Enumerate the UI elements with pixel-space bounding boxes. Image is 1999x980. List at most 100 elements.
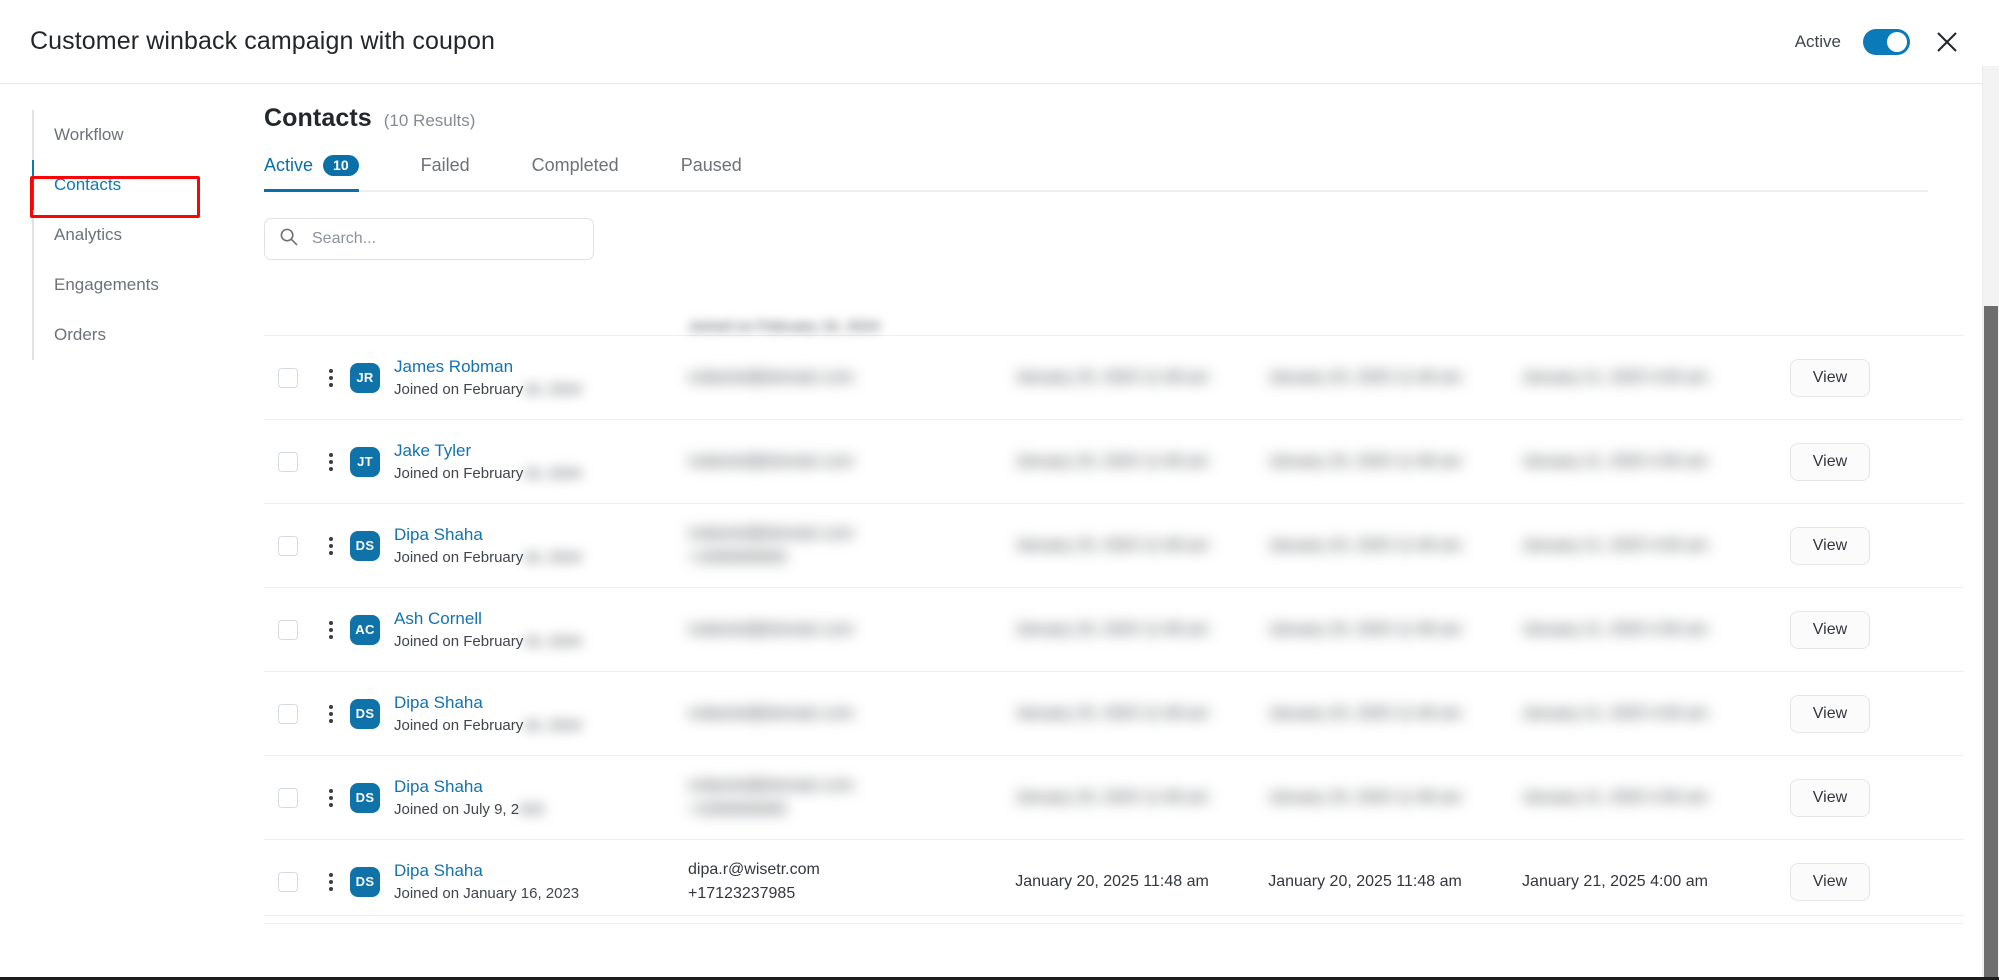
sidebar-item-analytics[interactable]: Analytics: [34, 210, 212, 260]
sidebar-item-workflow[interactable]: Workflow: [34, 110, 212, 160]
view-button[interactable]: View: [1789, 610, 1871, 649]
enrolled-date: January 20, 2025 11:48 am: [1015, 872, 1209, 890]
row-more-menu-button[interactable]: [312, 872, 350, 891]
row-checkbox[interactable]: [278, 619, 298, 640]
sidebar-item-label: Workflow: [54, 125, 124, 144]
tab-completed[interactable]: Completed: [532, 155, 651, 190]
row-checkbox[interactable]: [278, 451, 298, 472]
contact-name-link[interactable]: Dipa Shaha: [394, 861, 579, 881]
view-cell: View: [1740, 694, 1920, 733]
contact-name-link[interactable]: Jake Tyler: [394, 441, 582, 461]
avatar: JR: [350, 362, 380, 393]
sidebar-item-orders[interactable]: Orders: [34, 310, 212, 360]
search-icon: [279, 227, 298, 251]
contact-name-link[interactable]: Dipa Shaha: [394, 777, 544, 797]
row-checkbox[interactable]: [278, 367, 298, 388]
name-block: Dipa Shaha Joined on February 16, 2024: [394, 525, 582, 566]
avatar: JT: [350, 446, 380, 477]
joined-line: Joined on July 9, 2 023: [394, 801, 544, 818]
name-block: Ash Cornell Joined on February 16, 2024: [394, 609, 582, 650]
tab-badge-count: 10: [323, 155, 359, 176]
next-step-date: January 21, 2025 4:00 am: [1522, 368, 1708, 386]
last-activity-date: January 20, 2025 11:48 am: [1268, 704, 1462, 722]
joined-date: Joined on February: [394, 465, 524, 482]
joined-line: Joined on February 16, 2024: [394, 717, 582, 734]
view-button[interactable]: View: [1789, 358, 1871, 397]
vertical-scrollbar-thumb[interactable]: [1984, 306, 1998, 980]
row-checkbox-cell: [264, 871, 312, 892]
row-more-menu-button[interactable]: [312, 368, 350, 387]
joined-date-redacted: 16, 2024: [523, 381, 582, 398]
app-root: Customer winback campaign with coupon Ac…: [0, 0, 1999, 980]
row-checkbox-cell: [264, 703, 312, 724]
view-button[interactable]: View: [1789, 694, 1871, 733]
search-input[interactable]: [310, 229, 579, 249]
sidebar-item-engagements[interactable]: Engagements: [34, 260, 212, 310]
last-activity-date: January 20, 2025 11:48 am: [1268, 536, 1462, 554]
row-more-menu-button[interactable]: [312, 788, 350, 807]
sidebar-item-label: Analytics: [54, 225, 123, 244]
contact-name-link[interactable]: James Robman: [394, 357, 582, 377]
sidebar-item-label: Contacts: [54, 175, 122, 194]
enrolled-date: January 20, 2025 11:48 am: [1015, 368, 1209, 386]
table-row: DS Dipa Shaha Joined on January 16, 2023 di…: [264, 840, 1964, 924]
tab-label: Paused: [680, 155, 742, 175]
contact-info-cell: redacted@domain.com +1000000000: [688, 522, 984, 568]
contact-email: redacted@domain.com: [688, 452, 854, 470]
next-step-date: January 21, 2025 4:00 am: [1522, 620, 1708, 638]
next-step-date: January 21, 2025 4:00 am: [1522, 872, 1708, 890]
last-activity-date: January 20, 2025 11:48 am: [1268, 452, 1462, 470]
sidebar-item-label: Engagements: [54, 275, 159, 294]
row-more-menu-button[interactable]: [312, 536, 350, 555]
sidebar-item-contacts[interactable]: Contacts: [32, 160, 212, 210]
contact-info-cell: redacted@domain.com: [688, 366, 984, 389]
joined-date: Joined on February 16, 2024: [688, 318, 880, 335]
next-step-date: January 21, 2025 4:00 am: [1522, 704, 1708, 722]
contact-name-cell: JT Jake Tyler Joined on February 16, 2024: [350, 441, 688, 482]
row-more-menu-button[interactable]: [312, 620, 350, 639]
contacts-title: Contacts: [264, 104, 372, 132]
tab-failed[interactable]: Failed: [421, 155, 502, 190]
row-checkbox[interactable]: [278, 535, 298, 556]
row-checkbox[interactable]: [278, 871, 298, 892]
view-button[interactable]: View: [1789, 442, 1871, 481]
view-cell: View: [1740, 862, 1920, 901]
kebab-menu-icon: [329, 872, 333, 891]
row-checkbox[interactable]: [278, 787, 298, 808]
row-checkbox-cell: [264, 619, 312, 640]
table-row: DS Dipa Shaha Joined on February 16, 2024 r…: [264, 672, 1964, 756]
view-button[interactable]: View: [1789, 778, 1871, 817]
contacts-results-count: (10 Results): [383, 111, 476, 130]
contact-name-cell: DS Dipa Shaha Joined on February 16, 2024: [350, 693, 688, 734]
joined-date-redacted: 16, 2024: [523, 549, 582, 566]
enrolled-date: January 20, 2025 11:48 am: [1015, 704, 1209, 722]
contact-name-link[interactable]: Dipa Shaha: [394, 693, 582, 713]
vertical-scrollbar-track[interactable]: [1982, 66, 1999, 980]
contact-info-cell: redacted@domain.com: [688, 450, 984, 473]
active-toggle[interactable]: [1863, 28, 1910, 55]
contact-name-link[interactable]: Dipa Shaha: [394, 525, 582, 545]
name-block: Dipa Shaha Joined on February 16, 2024: [394, 693, 582, 734]
contact-name-cell: JR James Robman Joined on February 16, 202…: [350, 357, 688, 398]
tab-paused[interactable]: Paused: [681, 155, 774, 190]
close-icon[interactable]: [1932, 27, 1962, 57]
next-step-date: January 21, 2025 4:00 am: [1522, 452, 1708, 470]
row-more-menu-button[interactable]: [312, 452, 350, 471]
contacts-panel: Contacts (10 Results) Active 10 Failed C…: [264, 104, 1964, 980]
search-box[interactable]: [264, 218, 594, 260]
enrolled-date: January 20, 2025 11:48 am: [1015, 452, 1209, 470]
contact-name-cell: DS Dipa Shaha Joined on July 9, 2 023: [350, 777, 688, 818]
name-block: Dipa Shaha Joined on January 16, 2023: [394, 861, 579, 902]
view-button[interactable]: View: [1789, 526, 1871, 565]
tab-active[interactable]: Active 10: [264, 155, 391, 192]
row-checkbox-cell: [264, 535, 312, 556]
joined-date: Joined on July 9, 2: [394, 801, 520, 818]
tab-label: Failed: [420, 155, 470, 175]
last-activity-date: January 20, 2025 11:48 am: [1268, 368, 1462, 386]
contact-name-link[interactable]: Ash Cornell: [394, 609, 582, 629]
table-row: DS Dipa Shaha Joined on February 16, 2024 r…: [264, 504, 1964, 588]
row-more-menu-button[interactable]: [312, 704, 350, 723]
sidebar-item-label: Orders: [54, 325, 106, 344]
view-button[interactable]: View: [1789, 862, 1871, 901]
row-checkbox[interactable]: [278, 703, 298, 724]
